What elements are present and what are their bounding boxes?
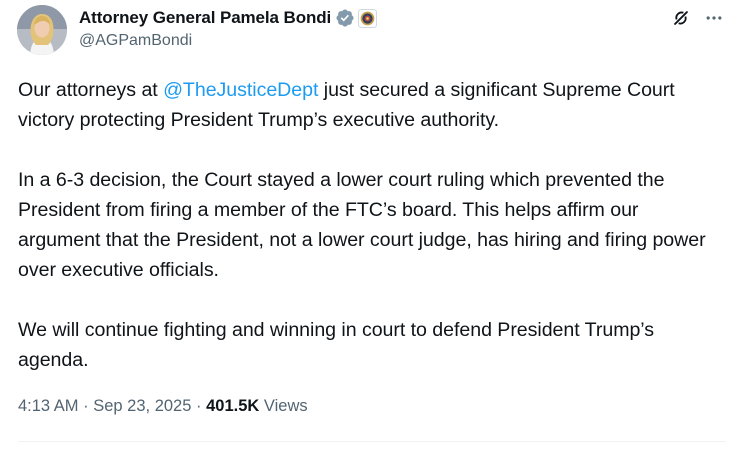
avatar[interactable] <box>17 5 67 55</box>
affiliate-seal-icon[interactable] <box>358 8 378 28</box>
handle[interactable]: @AGPamBondi <box>79 32 192 50</box>
views-label: Views <box>263 397 308 415</box>
post-time[interactable]: 4:13 AM <box>18 397 79 415</box>
post-date[interactable]: Sep 23, 2025 <box>93 397 191 415</box>
post-paragraph-2: In a 6-3 decision, the Court stayed a lo… <box>18 169 706 281</box>
post-paragraph-1: Our attorneys at @TheJusticeDept just se… <box>18 75 723 135</box>
mention-link[interactable]: @TheJusticeDept <box>163 79 318 101</box>
divider <box>18 441 726 442</box>
display-name[interactable]: Attorney General Pamela Bondi <box>79 8 331 28</box>
name-row: Attorney General Pamela Bondi <box>79 6 378 30</box>
more-icon[interactable] <box>701 5 727 31</box>
meta-separator: · <box>196 397 202 415</box>
post-text: Our attorneys at @TheJusticeDept just se… <box>18 75 723 405</box>
grok-icon[interactable] <box>668 5 694 31</box>
verified-badge-icon[interactable] <box>335 8 355 28</box>
tweet: Attorney General Pamela Bondi @AGPamBond… <box>0 0 732 452</box>
views-count: 401.5K <box>206 397 260 415</box>
meta-separator: · <box>83 397 89 415</box>
post-paragraph-3: We will continue fighting and winning in… <box>18 319 655 371</box>
post-text-segment: Our attorneys at <box>18 79 164 101</box>
post-meta: 4:13 AM · Sep 23, 2025 · 401.5K Views <box>18 397 308 416</box>
